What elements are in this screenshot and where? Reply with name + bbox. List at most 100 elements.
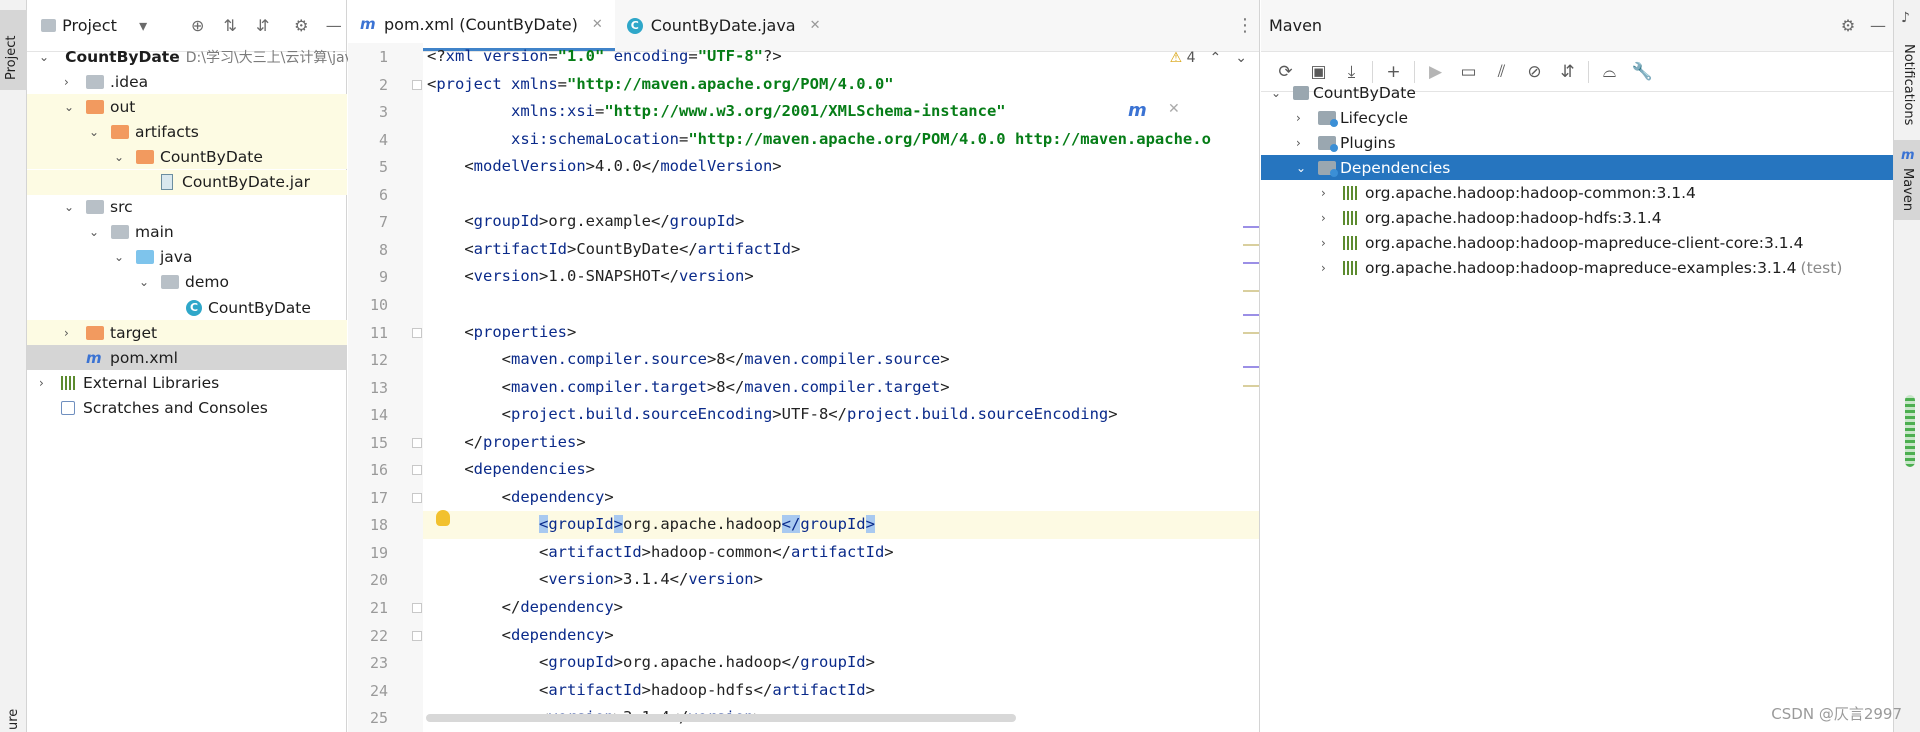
next-highlight-icon[interactable]: ⌄ [1235,50,1247,66]
plus-icon[interactable]: + [1377,62,1410,82]
code-line[interactable]: <maven.compiler.source>8</maven.compiler… [427,346,950,374]
tree-item[interactable]: ⌄ artifacts [27,119,347,145]
code-line[interactable]: <version>1.0-SNAPSHOT</version> [427,263,753,291]
chevron-down-icon[interactable]: ⌄ [64,200,76,214]
chevron-right-icon[interactable]: › [39,376,51,390]
add-project-icon[interactable]: ▣ [1302,62,1335,82]
lightbulb-icon[interactable] [436,510,450,526]
hide-panel-icon[interactable]: — [1863,16,1893,35]
chevron-down-icon[interactable]: ⌄ [89,125,101,139]
run-icon[interactable]: ▶ [1419,62,1452,82]
code-line[interactable]: <artifactId>hadoop-common</artifactId> [427,539,894,567]
code-line[interactable]: </dependency> [427,594,623,622]
skip-tests-icon[interactable]: ⊘ [1518,62,1551,82]
code-line[interactable]: xmlns:xsi="http://www.w3.org/2001/XMLSch… [427,98,1006,126]
toggle-offline-icon[interactable]: ⫽ [1485,62,1518,82]
error-stripe-marker[interactable] [1243,385,1259,387]
chevron-right-icon[interactable]: › [64,326,76,340]
refresh-icon[interactable]: ⟳ [1269,62,1302,82]
error-stripe-marker[interactable] [1243,244,1259,246]
tree-item[interactable]: › target [27,320,347,346]
code-line[interactable]: <version>3.1.4</version> [427,566,763,594]
chevron-down-icon[interactable]: ⌄ [114,150,126,164]
view-dropdown-chevron-icon[interactable]: ▾ [131,13,156,39]
chevron-down-icon[interactable]: ⌄ [39,50,49,64]
maven-tree-item[interactable]: › org.apache.hadoop:hadoop-common:3.1.4 [1261,180,1893,205]
fold-marker-icon[interactable] [412,327,422,338]
close-icon[interactable]: ✕ [1168,101,1180,117]
code-line[interactable]: <dependencies> [427,456,595,484]
tree-item[interactable]: ⌄ CountByDate [27,144,347,170]
fold-marker-icon[interactable] [412,492,422,503]
error-stripe-marker[interactable] [1243,314,1259,316]
collapse-all-icon[interactable]: ⇵ [1551,62,1584,82]
tree-item[interactable]: › .idea [27,69,347,94]
code-line[interactable]: <groupId>org.apache.hadoop</groupId> [423,511,1259,539]
gear-icon[interactable]: ⚙ [289,13,314,39]
code-line[interactable]: <artifactId>CountByDate</artifactId> [427,236,800,264]
code-line[interactable]: </properties> [427,429,585,457]
close-icon[interactable]: ✕ [810,18,821,33]
code-line[interactable]: <groupId>org.apache.hadoop</groupId> [427,649,875,677]
maven-tree-item[interactable]: › org.apache.hadoop:hadoop-mapreduce-clie… [1261,231,1893,256]
notifications-bell-icon[interactable]: ♪ [1901,10,1910,26]
tree-item[interactable]: ⌄ main [27,220,347,245]
chevron-down-icon[interactable]: ⌄ [89,225,101,239]
tree-item[interactable]: m pom.xml [27,345,347,371]
maven-tree-item[interactable]: › Plugins [1261,130,1893,155]
fold-marker-icon[interactable] [412,437,422,448]
chevron-right-icon[interactable]: › [1321,236,1333,250]
error-stripe-marker[interactable] [1243,262,1259,264]
load-maven-changes-icon[interactable]: m [1128,100,1147,121]
fold-marker-icon[interactable] [412,603,422,613]
previous-highlight-icon[interactable]: ⌃ [1210,50,1222,66]
code-line[interactable]: <project xmlns="http://maven.apache.org/… [427,71,894,99]
maven-tree-item[interactable]: › org.apache.hadoop:hadoop-mapreduce-exam… [1261,256,1893,281]
maven-tree-item[interactable]: › org.apache.hadoop:hadoop-hdfs:3.1.4 [1261,206,1893,231]
tree-item[interactable]: ⌄ demo [27,270,347,295]
inspection-widget[interactable]: ⚠ 4 ⌃ ⌄ [1170,50,1247,66]
maven-tool-tab[interactable]: m Maven [1894,140,1920,220]
more-tabs-icon[interactable]: ⋮ [1231,0,1259,51]
code-line[interactable]: <?xml version="1.0" encoding="UTF-8"?> [427,43,782,71]
expand-all-icon[interactable]: ⇅ [218,13,243,39]
chevron-right-icon[interactable]: › [64,75,76,89]
settings-wrench-icon[interactable]: 🔧 [1626,62,1659,82]
code-line[interactable]: <modelVersion>4.0.0</modelVersion> [427,153,781,181]
error-stripe-marker[interactable] [1243,290,1259,292]
download-icon[interactable]: ⤓ [1335,62,1368,82]
chevron-right-icon[interactable]: › [1296,111,1308,125]
collapse-all-icon[interactable]: ⇵ [250,13,275,39]
dependency-analyzer-icon[interactable]: ⌓ [1593,62,1626,82]
project-tool-tab[interactable]: Project [0,10,27,90]
scroll-indicator[interactable] [1905,395,1915,467]
maven-tree-item[interactable]: › Lifecycle [1261,105,1893,130]
code-line[interactable]: <project.build.sourceEncoding>UTF-8</pro… [427,401,1118,429]
chevron-right-icon[interactable]: › [1321,261,1333,275]
structure-tool-tab-label[interactable]: ure [6,709,21,730]
close-icon[interactable]: ✕ [592,17,603,32]
code-line[interactable]: <groupId>org.example</groupId> [427,208,744,236]
fold-marker-icon[interactable] [412,465,422,476]
tree-item[interactable]: ⌄ CountByDate D:\学习\大三上\云计算\jav [27,44,353,69]
locate-target-icon[interactable]: ⊕ [185,13,210,39]
notifications-tool-tab-label[interactable]: Notifications [1901,44,1916,125]
chevron-down-icon[interactable]: ⌄ [64,100,76,114]
code-line[interactable]: xsi:schemaLocation="http://maven.apache.… [427,126,1211,154]
hide-panel-icon[interactable]: — [322,13,347,39]
tree-item[interactable]: C CountByDate [27,295,347,320]
error-stripe-marker[interactable] [1243,332,1259,334]
fold-marker-icon[interactable] [412,630,422,641]
code-line[interactable]: <maven.compiler.target>8</maven.compiler… [427,374,950,402]
code-line[interactable]: <properties> [427,319,576,347]
tree-item[interactable]: ⌄ src [27,195,347,220]
chevron-down-icon[interactable]: ⌄ [139,275,151,289]
project-panel-title[interactable]: Project [62,16,117,35]
error-stripe-marker[interactable] [1243,366,1259,368]
chevron-down-icon[interactable]: ⌄ [114,250,126,264]
error-stripe-marker[interactable] [1243,226,1259,228]
chevron-down-icon[interactable]: ⌄ [1271,86,1283,100]
tree-item[interactable]: ⌄ java [27,245,347,270]
code-line[interactable]: <dependency> [427,622,614,650]
maven-tree-item[interactable]: ⌄ Dependencies [1261,155,1893,181]
